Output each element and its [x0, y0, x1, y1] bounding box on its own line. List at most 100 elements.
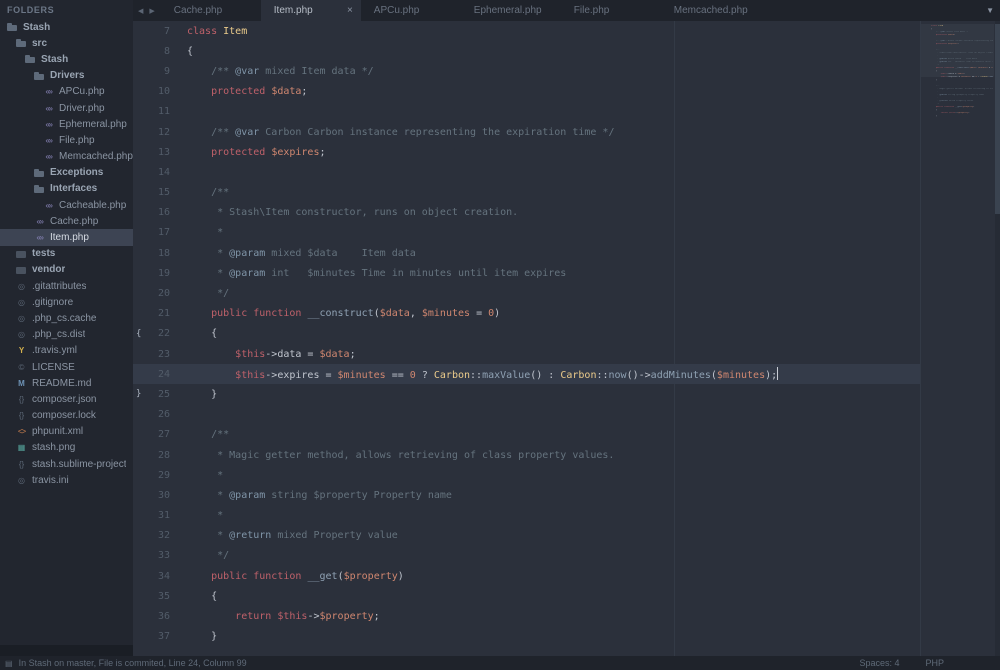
code-line[interactable]: 13 protected $expires;	[133, 142, 920, 162]
back-icon[interactable]: ◀	[138, 7, 143, 15]
sidebar-scrollbar[interactable]	[0, 645, 133, 656]
code-line[interactable]: 14	[133, 162, 920, 182]
scrollbar-thumb[interactable]	[995, 24, 1000, 214]
code-line[interactable]: 12 /** @var Carbon Carbon instance repre…	[133, 122, 920, 142]
php-file-icon	[42, 134, 55, 146]
tree-item[interactable]: LICENSE	[0, 359, 133, 375]
tree-item[interactable]: Drivers	[0, 68, 133, 84]
code-line[interactable]: 23 $this->data = $data;	[133, 344, 920, 364]
tree-item[interactable]: tests	[0, 246, 133, 262]
tab[interactable]: Memcached.php	[661, 0, 761, 21]
code-line[interactable]: 28 * Magic getter method, allows retriev…	[133, 445, 920, 465]
tab-label: APCu.php	[373, 5, 420, 16]
line-number: 12	[157, 126, 170, 138]
code-line[interactable]: 15 /**	[133, 183, 920, 203]
code-text: }	[187, 388, 218, 400]
tab-overflow-icon[interactable]: ▼	[983, 0, 997, 21]
code-line[interactable]: 16 * Stash\Item constructor, runs on obj…	[133, 203, 920, 223]
code-text: {	[187, 45, 194, 57]
code-line[interactable]: 34 public function __get($property)	[133, 566, 920, 586]
code-line[interactable]: 20 */	[133, 283, 920, 303]
tab[interactable]: APCu.php	[361, 0, 461, 21]
minimap[interactable]: class Item{ /** @var mixed Item data */ …	[920, 21, 1000, 656]
tree-item[interactable]: composer.lock	[0, 408, 133, 424]
code-line[interactable]: 30 * @param string $property Property na…	[133, 485, 920, 505]
tab[interactable]: File.php	[561, 0, 661, 21]
code-line[interactable]: 37 }	[133, 627, 920, 647]
tree-item[interactable]: Stash	[0, 19, 133, 35]
code-text: *	[187, 469, 224, 481]
tree-item[interactable]: Item.php	[0, 229, 133, 246]
code-line[interactable]: 32 * @return mixed Property value	[133, 526, 920, 546]
code-line[interactable]: 18 * @param mixed $data Item data	[133, 243, 920, 263]
indentation-setting[interactable]: Spaces: 4	[859, 658, 899, 668]
line-number: 9	[163, 65, 170, 77]
code-text: /** @var mixed Item data */	[187, 65, 374, 77]
tree-item[interactable]: .gitignore	[0, 294, 133, 310]
tab[interactable]: Ephemeral.php	[461, 0, 561, 21]
tree-item-label: .gitignore	[32, 296, 74, 308]
tree-item[interactable]: Stash	[0, 51, 133, 67]
tab-close-icon[interactable]: ×	[347, 5, 353, 16]
image-file-icon	[15, 442, 28, 454]
tree-item[interactable]: .php_cs.dist	[0, 327, 133, 343]
tree-item[interactable]: composer.json	[0, 391, 133, 407]
code-line[interactable]: 19 * @param int $minutes Time in minutes…	[133, 263, 920, 283]
line-number: 23	[157, 348, 170, 360]
line-number: 21	[157, 308, 170, 320]
tree-item[interactable]: stash.png	[0, 440, 133, 456]
tree-item[interactable]: Interfaces	[0, 181, 133, 197]
tree-item[interactable]: File.php	[0, 132, 133, 148]
tree-item[interactable]: README.md	[0, 375, 133, 391]
fold-marker[interactable]: }	[133, 389, 146, 399]
syntax-setting[interactable]: PHP	[925, 658, 944, 668]
tree-item[interactable]: .gitattributes	[0, 278, 133, 294]
code-line[interactable]: 31 *	[133, 506, 920, 526]
code-line[interactable]: 10 protected $data;	[133, 82, 920, 102]
tree-item[interactable]: Driver.php	[0, 100, 133, 116]
tree-item[interactable]: Ephemeral.php	[0, 116, 133, 132]
fold-marker[interactable]: {	[133, 329, 146, 339]
code-line[interactable]: 11	[133, 102, 920, 122]
tree-item[interactable]: Memcached.php	[0, 149, 133, 165]
php-file-icon	[42, 86, 55, 98]
forward-icon[interactable]: ▶	[149, 7, 154, 15]
folder-icon	[24, 53, 37, 65]
code-text: *	[187, 510, 224, 522]
tree-item[interactable]: Cache.php	[0, 213, 133, 229]
code-line[interactable]: 29 *	[133, 465, 920, 485]
tab[interactable]: Item.php ×	[260, 0, 361, 21]
tree-item[interactable]: vendor	[0, 262, 133, 278]
code-line[interactable]: 36 return $this->$property;	[133, 606, 920, 626]
tree-item[interactable]: Exceptions	[0, 165, 133, 181]
tree-item-label: Ephemeral.php	[59, 118, 127, 130]
vertical-scrollbar[interactable]	[995, 21, 1000, 656]
folder-icon	[33, 167, 46, 179]
code-line[interactable]: 26	[133, 405, 920, 425]
code-line[interactable]: 33 */	[133, 546, 920, 566]
code-line[interactable]: {22 {	[133, 324, 920, 344]
tree-item[interactable]: travis.ini	[0, 472, 133, 488]
line-number: 32	[157, 530, 170, 542]
code-line[interactable]: 17 *	[133, 223, 920, 243]
tree-item[interactable]: APCu.php	[0, 84, 133, 100]
tree-item[interactable]: .php_cs.cache	[0, 310, 133, 326]
code-line[interactable]: 21 public function __construct($data, $m…	[133, 304, 920, 324]
code-text: public function __construct($data, $minu…	[211, 308, 501, 320]
tree-item[interactable]: Cacheable.php	[0, 197, 133, 213]
line-number: 14	[157, 166, 170, 178]
tree-item[interactable]: phpunit.xml	[0, 424, 133, 440]
tree-item[interactable]: .travis.yml	[0, 343, 133, 359]
code-line[interactable]: 7 class Item	[133, 21, 920, 41]
code-line[interactable]: 35 {	[133, 586, 920, 606]
code-line[interactable]: 9 /** @var mixed Item data */	[133, 61, 920, 81]
code-line[interactable]: 8{	[133, 41, 920, 61]
tree-item-label: tests	[32, 248, 56, 260]
tree-item[interactable]: src	[0, 35, 133, 51]
tab[interactable]: Cache.php	[161, 0, 261, 21]
tree-item[interactable]: stash.sublime-project	[0, 456, 133, 472]
code-line[interactable]: 27 /**	[133, 425, 920, 445]
code-text: */	[187, 550, 230, 562]
code-line[interactable]: 24 $this->expires = $minutes == 0 ? Carb…	[133, 364, 920, 385]
code-line[interactable]: } 25 }	[133, 384, 920, 404]
